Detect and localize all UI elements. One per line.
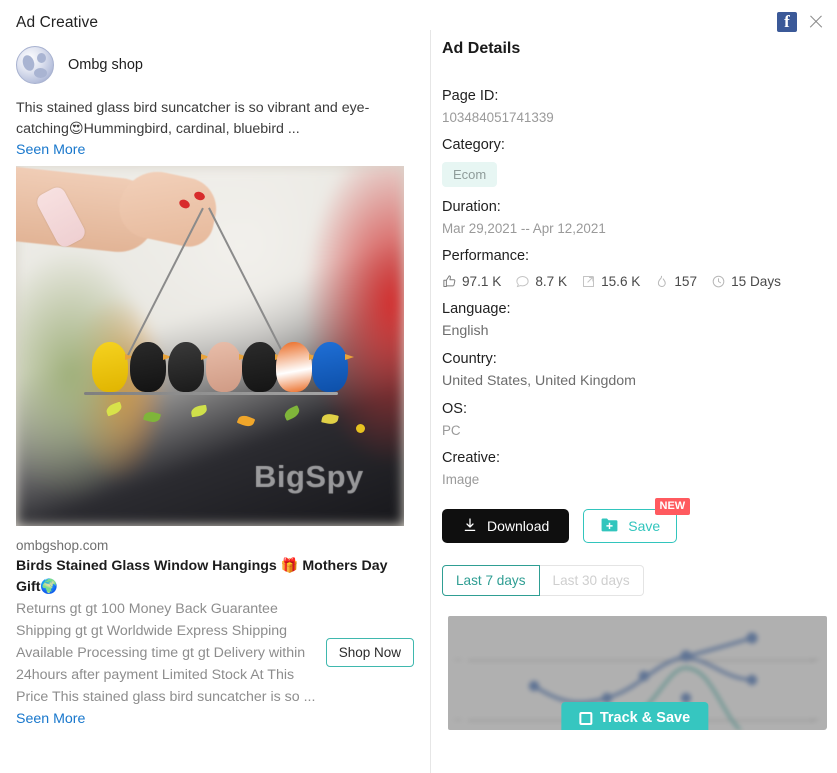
bird-shape bbox=[130, 342, 166, 392]
ad-creative-image[interactable]: BigSpy bbox=[16, 166, 404, 526]
performance-shares: 15.6 K bbox=[581, 274, 640, 289]
hot-value: 157 bbox=[674, 274, 698, 289]
comments-value: 8.7 K bbox=[535, 274, 568, 289]
performance-days: 15 Days bbox=[711, 274, 781, 289]
duration-label: Duration: bbox=[442, 199, 501, 215]
save-label: Save bbox=[628, 518, 661, 534]
performance-hot: 157 bbox=[654, 274, 697, 289]
os-label: OS: bbox=[442, 401, 467, 417]
language-label: Language: bbox=[442, 301, 511, 317]
creative-label: Creative: bbox=[442, 450, 501, 466]
primary-text-seen-more-link[interactable]: Seen More bbox=[16, 142, 85, 158]
ad-primary-text: This stained glass bird suncatcher is so… bbox=[16, 100, 370, 137]
bird-shape bbox=[92, 342, 128, 392]
folder-plus-icon bbox=[600, 517, 619, 536]
shop-now-button[interactable]: Shop Now bbox=[325, 638, 414, 667]
shares-value: 15.6 K bbox=[601, 274, 641, 289]
track-and-save-label: Track & Save bbox=[599, 710, 691, 726]
download-icon bbox=[462, 517, 478, 536]
description-seen-more-link[interactable]: Seen More bbox=[16, 711, 85, 727]
ad-link-title: Birds Stained Glass Window Hangings 🎁 Mo… bbox=[16, 558, 388, 595]
ad-description-row: Returns gt gt 100 Money Back Guarantee S… bbox=[16, 598, 414, 730]
country-value: United States, United Kingdom bbox=[442, 373, 637, 389]
tab-last-30-days[interactable]: Last 30 days bbox=[539, 565, 644, 596]
bigspy-watermark: BigSpy bbox=[254, 459, 364, 494]
bead-shape bbox=[356, 424, 365, 433]
facebook-icon[interactable] bbox=[777, 11, 797, 32]
page-id-value: 103484051741339 bbox=[442, 110, 554, 125]
ad-link-description: Returns gt gt 100 Money Back Guarantee S… bbox=[16, 598, 316, 730]
checkbox-icon bbox=[578, 711, 592, 725]
performance-likes: 97.1 K bbox=[442, 274, 501, 289]
ad-description-text: Returns gt gt 100 Money Back Guarantee S… bbox=[16, 601, 306, 705]
bird-shape bbox=[312, 342, 348, 392]
suncatcher-wire bbox=[84, 392, 338, 395]
performance-label: Performance: bbox=[442, 248, 530, 264]
creative-value: Image bbox=[442, 472, 480, 487]
globe-avatar-icon bbox=[16, 46, 54, 84]
ad-details-title: Ad Details bbox=[442, 40, 521, 57]
page-id-label: Page ID: bbox=[442, 88, 499, 104]
flame-icon bbox=[654, 274, 669, 289]
advertiser-row: Ombg shop bbox=[16, 46, 414, 84]
track-and-save-button[interactable]: Track & Save bbox=[560, 702, 709, 730]
close-icon[interactable] bbox=[807, 13, 825, 31]
date-range-tabs: Last 7 days Last 30 days bbox=[442, 565, 817, 596]
performance-row: 97.1 K 8.7 K 15.6 K 157 15 Days bbox=[442, 274, 817, 289]
save-button[interactable]: Save NEW bbox=[583, 498, 691, 543]
thumbs-up-icon bbox=[442, 274, 457, 289]
action-buttons-row: Download Save NEW bbox=[442, 498, 817, 543]
os-value: PC bbox=[442, 423, 461, 438]
page-title: Ad Creative bbox=[16, 14, 99, 31]
comment-icon bbox=[515, 274, 530, 289]
modal-top-icons bbox=[777, 11, 825, 32]
ad-description-ellipsis: ... bbox=[303, 689, 316, 705]
tab-last-7-days[interactable]: Last 7 days bbox=[442, 565, 540, 596]
country-label: Country: bbox=[442, 351, 497, 367]
likes-value: 97.1 K bbox=[462, 274, 502, 289]
ad-details-panel: Ad Details Page ID: 103484051741339 Cate… bbox=[430, 0, 837, 773]
days-value: 15 Days bbox=[731, 274, 781, 289]
performance-comments: 8.7 K bbox=[515, 274, 567, 289]
advertiser-name: Ombg shop bbox=[68, 57, 143, 73]
clock-icon bbox=[711, 274, 726, 289]
category-label: Category: bbox=[442, 137, 505, 153]
language-value: English bbox=[442, 323, 489, 339]
share-icon bbox=[581, 274, 596, 289]
duration-value: Mar 29,2021 -- Apr 12,2021 bbox=[442, 221, 606, 236]
bird-shape bbox=[206, 342, 242, 392]
download-label: Download bbox=[487, 518, 550, 534]
performance-chart: — — — — bbox=[442, 612, 827, 730]
bird-shape bbox=[276, 342, 312, 392]
category-chip[interactable]: Ecom bbox=[442, 162, 498, 187]
bird-shape bbox=[242, 342, 278, 392]
new-badge: NEW bbox=[654, 498, 691, 515]
ad-link-domain: ombgshop.com bbox=[16, 538, 109, 553]
download-button[interactable]: Download bbox=[442, 509, 570, 543]
ad-detail-modal: Ad Creative Ombg shop This stained glass… bbox=[0, 0, 837, 773]
bird-shape bbox=[168, 342, 204, 392]
ad-creative-panel: Ad Creative Ombg shop This stained glass… bbox=[0, 0, 430, 773]
